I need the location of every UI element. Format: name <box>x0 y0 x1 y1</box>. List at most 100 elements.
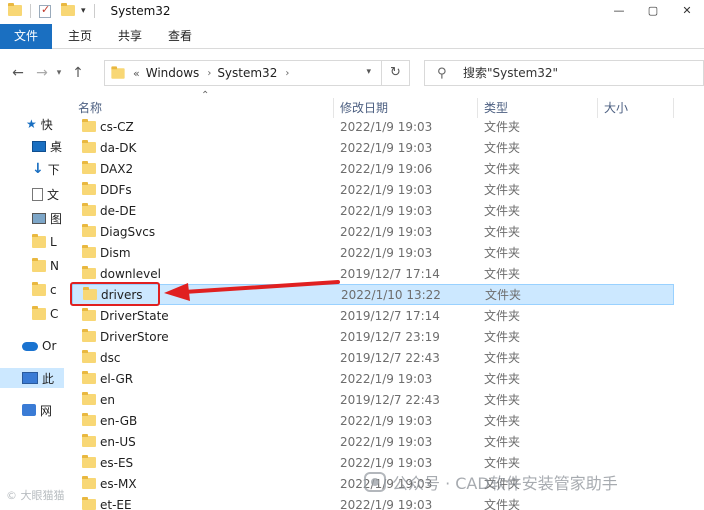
document-icon <box>32 187 43 201</box>
file-type: 文件夹 <box>484 414 521 428</box>
search-input[interactable] <box>463 66 693 80</box>
table-row[interactable]: en-US 2022/1/9 19:03 文件夹 <box>72 431 674 452</box>
search-box[interactable]: ⚲ <box>424 60 704 86</box>
file-name: de-DE <box>100 203 137 218</box>
folder-icon <box>82 371 96 384</box>
table-row[interactable]: DriverState 2019/12/7 17:14 文件夹 <box>72 305 674 326</box>
sidebar-item-label: C <box>50 307 59 321</box>
file-type: 文件夹 <box>484 141 521 155</box>
network-icon <box>22 404 36 416</box>
file-date-modified: 2019/12/7 22:43 <box>340 350 440 365</box>
folder-icon <box>82 350 96 363</box>
file-name: DDFs <box>100 182 132 197</box>
file-date-modified: 2022/1/9 19:03 <box>340 245 433 260</box>
sidebar-item-folder-3[interactable]: c <box>32 280 57 300</box>
file-type: 文件夹 <box>484 498 521 510</box>
up-arrow-icon[interactable]: ↑ <box>68 65 88 81</box>
computer-icon <box>22 372 38 384</box>
address-bar[interactable]: « Windows › System32 › ▾ ↻ <box>104 60 410 86</box>
folder-icon <box>32 234 46 248</box>
maximize-button[interactable]: ▢ <box>636 0 670 22</box>
table-row[interactable]: el-GR 2022/1/9 19:03 文件夹 <box>72 368 674 389</box>
overflow-crumb[interactable]: « <box>133 67 140 80</box>
breadcrumb-windows[interactable]: Windows <box>146 66 200 80</box>
tab-view[interactable]: 查看 <box>168 24 192 49</box>
table-row[interactable]: de-DE 2022/1/9 19:03 文件夹 <box>72 200 674 221</box>
new-folder-icon[interactable] <box>61 3 75 17</box>
tab-home[interactable]: 主页 <box>68 24 92 49</box>
file-type: 文件夹 <box>484 267 521 281</box>
folder-icon <box>82 329 96 342</box>
folder-icon <box>82 182 96 195</box>
sidebar-item-desktop[interactable]: 桌 <box>32 136 62 156</box>
sidebar-item-quick-access[interactable]: ★ 快 <box>26 114 53 134</box>
table-row[interactable]: en 2019/12/7 22:43 文件夹 <box>72 389 674 410</box>
file-date-modified: 2022/1/9 19:03 <box>340 119 433 134</box>
table-row[interactable]: Dism 2022/1/9 19:03 文件夹 <box>72 242 674 263</box>
table-row[interactable]: downlevel 2019/12/7 17:14 文件夹 <box>72 263 674 284</box>
folder-icon <box>82 161 96 174</box>
table-row[interactable]: cs-CZ 2022/1/9 19:03 文件夹 <box>72 118 674 137</box>
file-name: DriverState <box>100 308 169 323</box>
folder-icon <box>82 308 96 321</box>
breadcrumb-system32[interactable]: System32 <box>217 66 277 80</box>
customize-toolbar-icon[interactable]: ▾ <box>81 6 86 16</box>
table-row[interactable]: en-GB 2022/1/9 19:03 文件夹 <box>72 410 674 431</box>
folder-icon <box>82 245 96 258</box>
column-size[interactable]: 大小 <box>598 98 674 118</box>
refresh-icon[interactable]: ↻ <box>381 61 409 85</box>
folder-icon <box>82 392 96 405</box>
watermark-left: © 大眼猫猫 <box>6 489 65 502</box>
window-title: System32 <box>110 4 171 18</box>
table-row[interactable]: drivers 2022/1/10 13:22 文件夹 <box>72 284 674 305</box>
forward-arrow-icon[interactable]: → <box>32 65 52 81</box>
sidebar-item-downloads[interactable]: ↓ 下 <box>32 159 60 179</box>
sidebar-item-documents[interactable]: 文 <box>32 184 59 204</box>
back-arrow-icon[interactable]: ← <box>8 65 28 81</box>
file-type: 文件夹 <box>484 120 521 134</box>
folder-icon <box>82 119 96 132</box>
table-row[interactable]: dsc 2019/12/7 22:43 文件夹 <box>72 347 674 368</box>
folder-icon <box>82 497 96 510</box>
minimize-button[interactable]: — <box>602 0 636 22</box>
table-row[interactable]: DAX2 2022/1/9 19:06 文件夹 <box>72 158 674 179</box>
tab-file[interactable]: 文件 <box>0 23 52 49</box>
navigation-bar: ← → ▾ ↑ « Windows › System32 › ▾ ↻ ⚲ <box>0 56 704 90</box>
sidebar-item-label: 下 <box>47 162 60 177</box>
sidebar-item-folder-1[interactable]: L <box>32 232 57 252</box>
table-row[interactable]: DDFs 2022/1/9 19:03 文件夹 <box>72 179 674 200</box>
table-row[interactable]: et-EE 2022/1/9 19:03 文件夹 <box>72 494 674 510</box>
folder-icon <box>82 224 96 237</box>
sidebar-item-label: 网 <box>40 403 53 418</box>
sidebar-item-label: 此 <box>42 371 55 386</box>
close-button[interactable]: ✕ <box>670 0 704 22</box>
table-row[interactable]: DriverStore 2019/12/7 23:19 文件夹 <box>72 326 674 347</box>
column-date-modified[interactable]: 修改日期 <box>334 98 478 118</box>
column-type[interactable]: 类型 <box>478 98 598 118</box>
table-row[interactable]: da-DK 2022/1/9 19:03 文件夹 <box>72 137 674 158</box>
column-name[interactable]: 名称 <box>72 98 334 118</box>
sidebar-item-folder-2[interactable]: N <box>32 256 59 276</box>
sidebar-item-onedrive[interactable]: Or <box>22 336 56 356</box>
table-row[interactable]: DiagSvcs 2022/1/9 19:03 文件夹 <box>72 221 674 242</box>
sidebar-item-label: N <box>50 259 59 273</box>
recent-locations-chevron-icon[interactable]: ▾ <box>54 68 64 78</box>
file-date-modified: 2022/1/9 19:03 <box>340 497 433 510</box>
watermark-text: 公众号 · CAD软件安装管家助手 <box>392 474 618 493</box>
sidebar-item-label: 快 <box>40 117 53 132</box>
file-date-modified: 2022/1/9 19:03 <box>340 182 433 197</box>
chevron-right-icon[interactable]: › <box>285 68 289 79</box>
tab-share[interactable]: 共享 <box>118 24 142 49</box>
sidebar-item-this-pc[interactable]: 此 <box>0 368 64 388</box>
chevron-right-icon[interactable]: › <box>207 68 211 79</box>
sidebar-item-folder-4[interactable]: C <box>32 304 58 324</box>
file-type: 文件夹 <box>484 246 521 260</box>
sidebar-item-pictures[interactable]: 图 <box>32 208 62 228</box>
properties-icon[interactable] <box>39 3 51 18</box>
file-name: en-GB <box>100 413 138 428</box>
folder-icon <box>82 203 96 216</box>
address-history-chevron-icon[interactable]: ▾ <box>366 67 371 77</box>
sidebar-item-label: 桌 <box>50 139 63 154</box>
file-name: el-GR <box>100 371 134 386</box>
sidebar-item-network[interactable]: 网 <box>22 400 52 420</box>
